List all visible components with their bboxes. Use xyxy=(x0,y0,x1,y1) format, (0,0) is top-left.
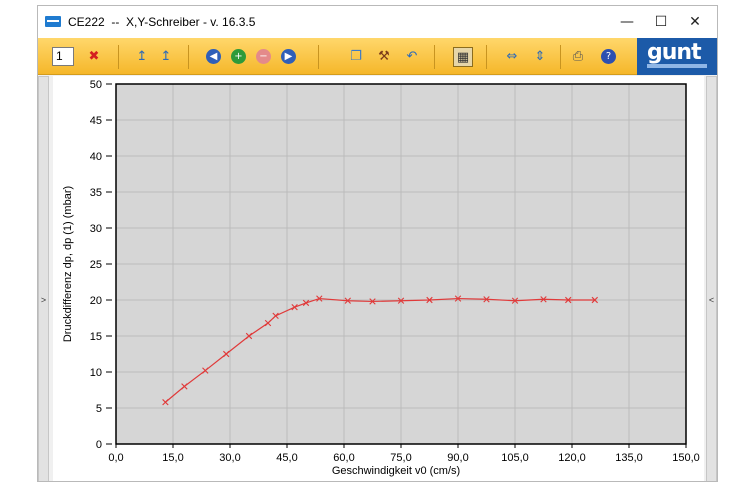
maximize-button[interactable]: ☐ xyxy=(644,6,678,38)
settings-icon[interactable]: ⚒ xyxy=(374,47,394,67)
title-bar[interactable]: CE222 -- X,Y-Schreiber - v. 16.3.5 — ☐ ✕ xyxy=(38,6,717,38)
grid-icon[interactable]: ▦ xyxy=(453,47,473,67)
remove-icon[interactable]: − xyxy=(256,49,271,64)
add-icon[interactable]: + xyxy=(231,49,246,64)
toolbar-separator xyxy=(560,45,561,69)
copy-icon[interactable]: ❐ xyxy=(346,47,366,67)
y-tick-label: 0 xyxy=(96,439,102,451)
left-toggle-icon: > xyxy=(40,295,47,305)
toolbar-separator xyxy=(434,45,435,69)
x-tick-label: 150,0 xyxy=(672,452,700,464)
y-tick-label: 5 xyxy=(96,403,102,415)
x-tick-label: 90,0 xyxy=(447,452,468,464)
y-tick-label: 35 xyxy=(90,187,102,199)
y-axis-label: Druckdifferenz dp, dp (1) (mbar) xyxy=(62,186,74,342)
delete-icon[interactable]: ✖ xyxy=(84,47,104,67)
import-icon[interactable]: ↥ xyxy=(156,47,176,67)
x-tick-label: 105,0 xyxy=(501,452,529,464)
main-content: > < 0,0 15,0 30,0 45,0 60,0 75,0 90,0 105,0 120,… xyxy=(38,76,717,482)
x-axis-label: Geschwindigkeit v0 (cm/s) xyxy=(332,465,460,477)
logo-text: gunt xyxy=(647,40,702,65)
toolbar-separator xyxy=(118,45,119,69)
x-tick-label: 45,0 xyxy=(276,452,297,464)
right-toggle-icon: < xyxy=(708,295,715,305)
app-icon xyxy=(45,16,61,27)
y-tick-label: 50 xyxy=(90,79,102,91)
left-panel-toggle[interactable]: > xyxy=(38,76,49,481)
export-icon[interactable]: ↥ xyxy=(132,47,152,67)
next-icon[interactable]: ▶ xyxy=(281,49,296,64)
fit-x-icon[interactable]: ⇔ xyxy=(502,47,522,67)
maximize-icon: ☐ xyxy=(654,14,668,30)
previous-icon[interactable]: ◀ xyxy=(206,49,221,64)
y-tick-label: 20 xyxy=(90,295,102,307)
y-tick-label: 10 xyxy=(90,367,102,379)
close-icon: ✕ xyxy=(689,14,701,30)
minimize-button[interactable]: — xyxy=(610,6,644,38)
x-tick-label: 0,0 xyxy=(108,452,123,464)
print-icon[interactable]: ⎙ xyxy=(568,47,588,67)
toolbar-separator xyxy=(318,45,319,69)
y-tick-label: 40 xyxy=(90,151,102,163)
y-tick-label: 45 xyxy=(90,115,102,127)
fit-y-icon[interactable]: ⇕ xyxy=(530,47,550,67)
y-tick-label: 25 xyxy=(90,259,102,271)
undo-icon[interactable]: ↶ xyxy=(402,47,422,67)
x-tick-label: 135,0 xyxy=(615,452,643,464)
x-tick-label: 75,0 xyxy=(390,452,411,464)
x-tick-label: 60,0 xyxy=(333,452,354,464)
toolbar-separator xyxy=(486,45,487,69)
xy-chart[interactable]: 0,0 15,0 30,0 45,0 60,0 75,0 90,0 105,0 120,0 135… xyxy=(53,76,704,482)
x-tick-label: 15,0 xyxy=(162,452,183,464)
window-title: CE222 -- X,Y-Schreiber - v. 16.3.5 xyxy=(68,15,256,29)
y-tick-label: 30 xyxy=(90,223,102,235)
toolbar: 1 ✖ ↥ ↥ ◀ + − ▶ ❐ ⚒ ↶ ▦ ⇔ ⇕ ⎙ ? xyxy=(38,38,717,75)
logo-underline xyxy=(647,64,707,68)
page-number-input[interactable]: 1 xyxy=(52,47,74,66)
toolbar-separator xyxy=(188,45,189,69)
close-button[interactable]: ✕ xyxy=(678,6,712,38)
help-icon[interactable]: ? xyxy=(601,49,616,64)
plot-area: 0,0 15,0 30,0 45,0 60,0 75,0 90,0 105,0 120,0 135… xyxy=(53,76,704,482)
app-window: CE222 -- X,Y-Schreiber - v. 16.3.5 — ☐ ✕… xyxy=(37,5,718,482)
gunt-logo: gunt xyxy=(637,38,717,75)
minimize-icon: — xyxy=(620,14,634,30)
y-tick-label: 15 xyxy=(90,331,102,343)
x-tick-label: 120,0 xyxy=(558,452,586,464)
right-panel-toggle[interactable]: < xyxy=(706,76,717,481)
x-tick-label: 30,0 xyxy=(219,452,240,464)
